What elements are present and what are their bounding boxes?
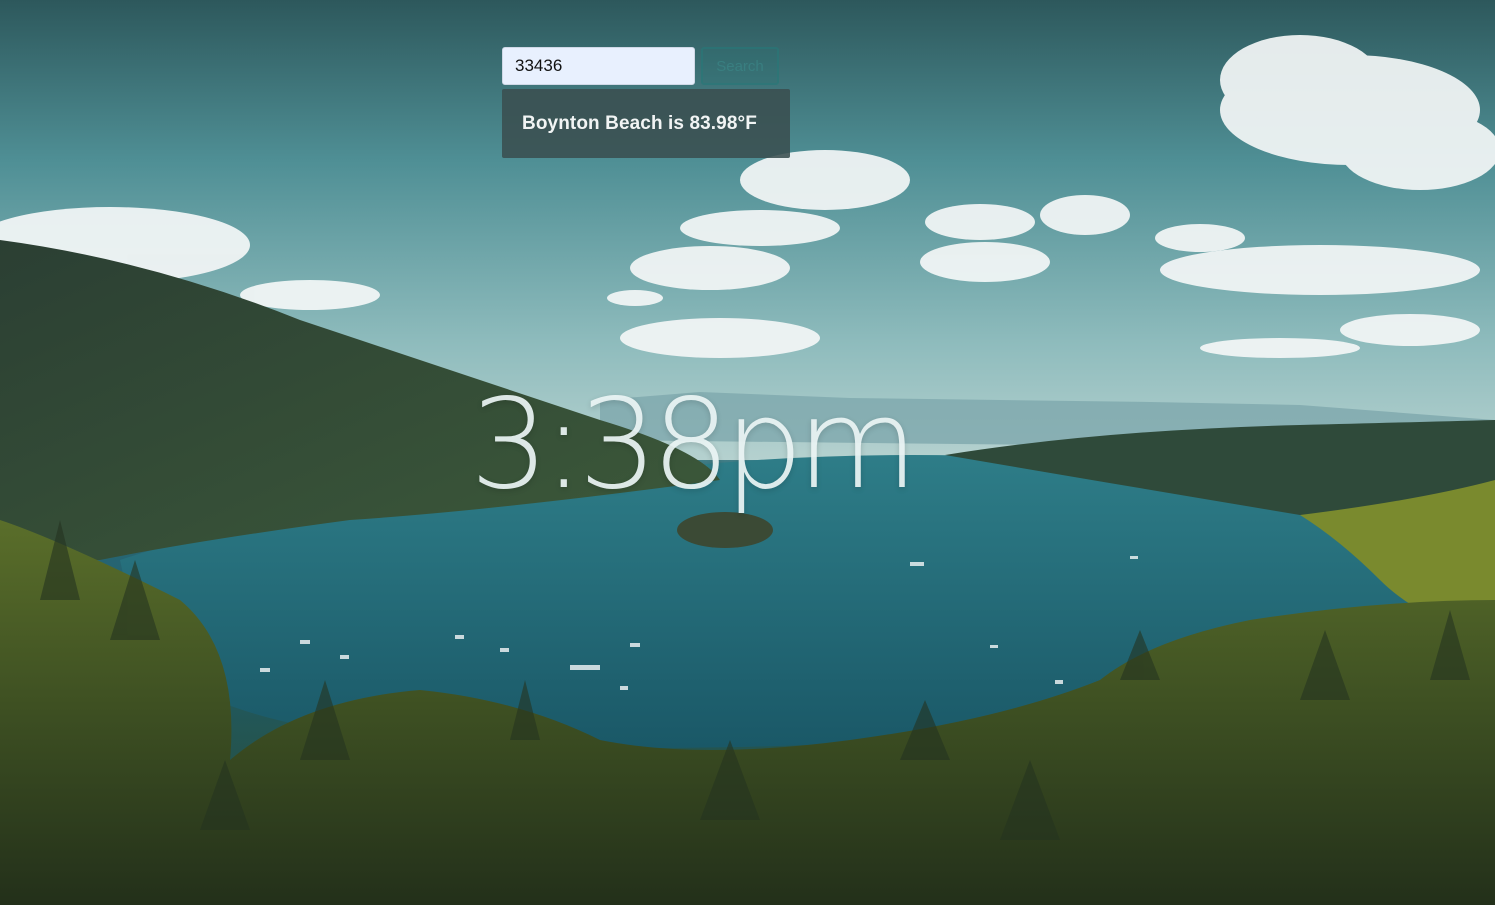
weather-result-card: Boynton Beach is 83.98°F bbox=[502, 89, 790, 158]
app-background: Search Boynton Beach is 83.98°F 3:38pm bbox=[0, 0, 1495, 905]
zip-search-form: Search bbox=[502, 47, 779, 85]
clock-time: 3:38pm bbox=[470, 373, 918, 517]
search-button[interactable]: Search bbox=[701, 47, 779, 85]
zip-code-input[interactable] bbox=[502, 47, 695, 85]
weather-summary-text: Boynton Beach is 83.98°F bbox=[522, 112, 757, 134]
